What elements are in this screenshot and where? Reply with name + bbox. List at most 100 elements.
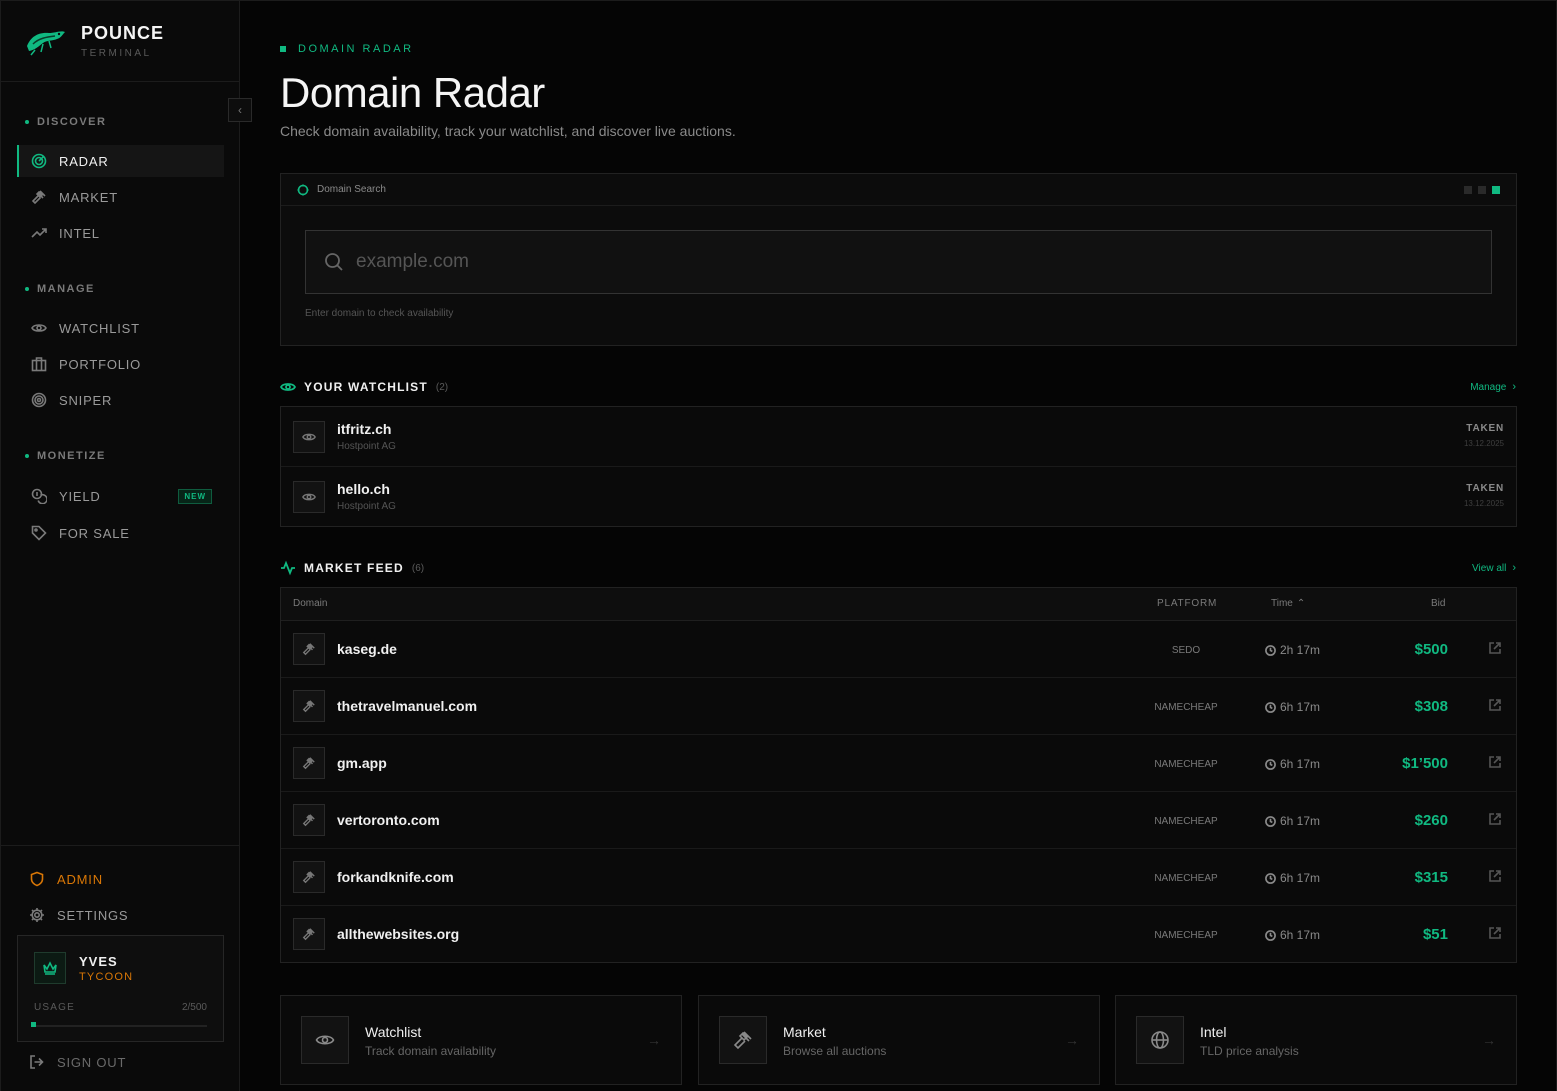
auction-button[interactable] [293, 861, 325, 893]
feed-bid: $260 [1414, 812, 1448, 829]
brand[interactable]: POUNCE TERMINAL [1, 1, 239, 82]
breadcrumb: DOMAIN RADAR [280, 43, 414, 55]
sidebar-item-portfolio[interactable]: PORTFOLIO [17, 348, 224, 380]
table-row[interactable]: vertoronto.com NAMECHEAP 6h 17m $260 [281, 792, 1516, 849]
search-hint: Enter domain to check availability [305, 308, 454, 319]
external-link-button[interactable] [1488, 698, 1504, 714]
table-row[interactable]: gm.app NAMECHEAP 6h 17m $1’500 [281, 735, 1516, 792]
watch-date: 13.12.2025 [1463, 439, 1504, 448]
sidebar-item-label: SNIPER [59, 392, 113, 408]
sidebar-item-label: RADAR [59, 153, 109, 169]
sidebar-item-yield[interactable]: YIELD NEW [17, 480, 224, 512]
gavel-icon [302, 757, 315, 770]
radar-icon [31, 153, 47, 169]
auction-button[interactable] [293, 747, 325, 779]
feed-platform: SEDO [1171, 645, 1201, 656]
watch-registrar: Hostpoint AG [337, 441, 396, 452]
sidebar-item-intel[interactable]: INTEL [17, 217, 224, 249]
page-title: Domain Radar [280, 69, 545, 116]
column-header-time[interactable]: Time ⌃ [1271, 598, 1305, 609]
sidebar-item-sniper[interactable]: SNIPER [17, 384, 224, 416]
list-item[interactable]: itfritz.ch Hostpoint AG TAKEN 13.12.2025 [281, 407, 1516, 467]
chevron-right-icon: › [1512, 562, 1516, 574]
list-item[interactable]: hello.ch Hostpoint AG TAKEN 13.12.2025 [281, 467, 1516, 527]
view-all-link[interactable]: View all › [1472, 562, 1516, 574]
target-icon [31, 392, 47, 408]
gavel-icon [733, 1031, 752, 1050]
external-link-button[interactable] [1488, 641, 1504, 657]
status-badge: TAKEN [1466, 483, 1504, 494]
feed-domain: allthewebsites.org [337, 926, 460, 942]
table-row[interactable]: kaseg.de SEDO 2h 17m $500 [281, 621, 1516, 678]
domain-search-input[interactable] [356, 251, 1456, 273]
quick-card-watchlist[interactable]: Watchlist Track domain availability → [280, 995, 682, 1085]
nav-section-manage: MANAGE WATCHLIST PORTFOLIO SNIPER [1, 281, 240, 416]
auction-button[interactable] [293, 804, 325, 836]
table-row[interactable]: allthewebsites.org NAMECHEAP 6h 17m $51 [281, 906, 1516, 963]
sidebar-item-admin[interactable]: ADMIN [17, 863, 224, 895]
sidebar-footer: ADMIN SETTINGS YVES TYCOON USAGE 2/500 S… [1, 845, 240, 1091]
sidebar-item-radar[interactable]: RADAR [17, 145, 224, 177]
auction-button[interactable] [293, 918, 325, 950]
search-box[interactable] [305, 230, 1492, 294]
search-icon [325, 253, 343, 271]
feed-platform: NAMECHEAP [1154, 759, 1218, 770]
main-content: DOMAIN RADAR Domain Radar Check domain a… [240, 0, 1557, 1091]
sign-out-button[interactable]: SIGN OUT [17, 1046, 224, 1078]
nav-section-monetize: MONETIZE YIELD NEW FOR SALE [1, 448, 240, 549]
feed-time: 6h 17m [1265, 814, 1320, 828]
gavel-icon [302, 814, 315, 827]
manage-watchlist-link[interactable]: Manage › [1470, 381, 1516, 393]
user-name: YVES [79, 954, 118, 969]
feed-domain: gm.app [337, 755, 387, 771]
external-link-button[interactable] [1488, 926, 1504, 942]
gavel-icon [302, 643, 315, 656]
card-icon [719, 1016, 767, 1064]
watch-toggle-button[interactable] [293, 421, 325, 453]
sidebar-item-watchlist[interactable]: WATCHLIST [17, 312, 224, 344]
admin-label: ADMIN [57, 871, 103, 887]
quick-card-intel[interactable]: Intel TLD price analysis → [1115, 995, 1517, 1085]
external-link-icon [1489, 870, 1501, 882]
trending-up-icon [31, 228, 47, 238]
brand-subtitle: TERMINAL [81, 48, 152, 59]
table-row[interactable]: thetravelmanuel.com NAMECHEAP 6h 17m $308 [281, 678, 1516, 735]
sidebar-item-for-sale[interactable]: FOR SALE [17, 517, 224, 549]
table-row[interactable]: forkandknife.com NAMECHEAP 6h 17m $315 [281, 849, 1516, 906]
column-header-platform[interactable]: PLATFORM [1157, 598, 1217, 609]
sidebar-item-label: YIELD [59, 488, 101, 504]
column-header-bid[interactable]: Bid [1431, 598, 1445, 609]
user-card[interactable]: YVES TYCOON USAGE 2/500 [17, 935, 224, 1042]
watch-toggle-button[interactable] [293, 481, 325, 513]
section-heading: MONETIZE [1, 448, 240, 464]
external-link-button[interactable] [1488, 755, 1504, 771]
external-link-button[interactable] [1488, 869, 1504, 885]
card-title: Watchlist [365, 1024, 422, 1040]
crosshair-icon [297, 184, 309, 195]
card-subtitle: TLD price analysis [1200, 1044, 1299, 1058]
feed-domain: forkandknife.com [337, 869, 454, 885]
brand-name: POUNCE [81, 23, 165, 43]
external-link-button[interactable] [1488, 812, 1504, 828]
collapse-sidebar-button[interactable]: ‹ [228, 98, 252, 122]
sidebar-item-label: INTEL [59, 225, 100, 241]
auction-button[interactable] [293, 633, 325, 665]
column-header-domain[interactable]: Domain [293, 598, 327, 609]
external-link-icon [1489, 699, 1501, 711]
feed-bid: $315 [1414, 869, 1448, 886]
market-feed-heading: MARKET FEED (6) [280, 560, 424, 576]
sort-asc-icon: ⌃ [1296, 598, 1306, 609]
gavel-icon [31, 190, 46, 205]
auction-button[interactable] [293, 690, 325, 722]
sidebar-item-market[interactable]: MARKET [17, 181, 224, 213]
feed-time: 6h 17m [1265, 757, 1320, 771]
feed-platform: NAMECHEAP [1154, 816, 1218, 827]
feed-domain: kaseg.de [337, 641, 397, 657]
card-icon [1136, 1016, 1184, 1064]
status-badge: TAKEN [1466, 423, 1504, 434]
sign-out-label: SIGN OUT [57, 1054, 127, 1070]
quick-card-market[interactable]: Market Browse all auctions → [698, 995, 1100, 1085]
sidebar-item-settings[interactable]: SETTINGS [17, 899, 224, 931]
watchlist-count: (2) [435, 381, 449, 393]
clock-icon [1265, 758, 1276, 770]
